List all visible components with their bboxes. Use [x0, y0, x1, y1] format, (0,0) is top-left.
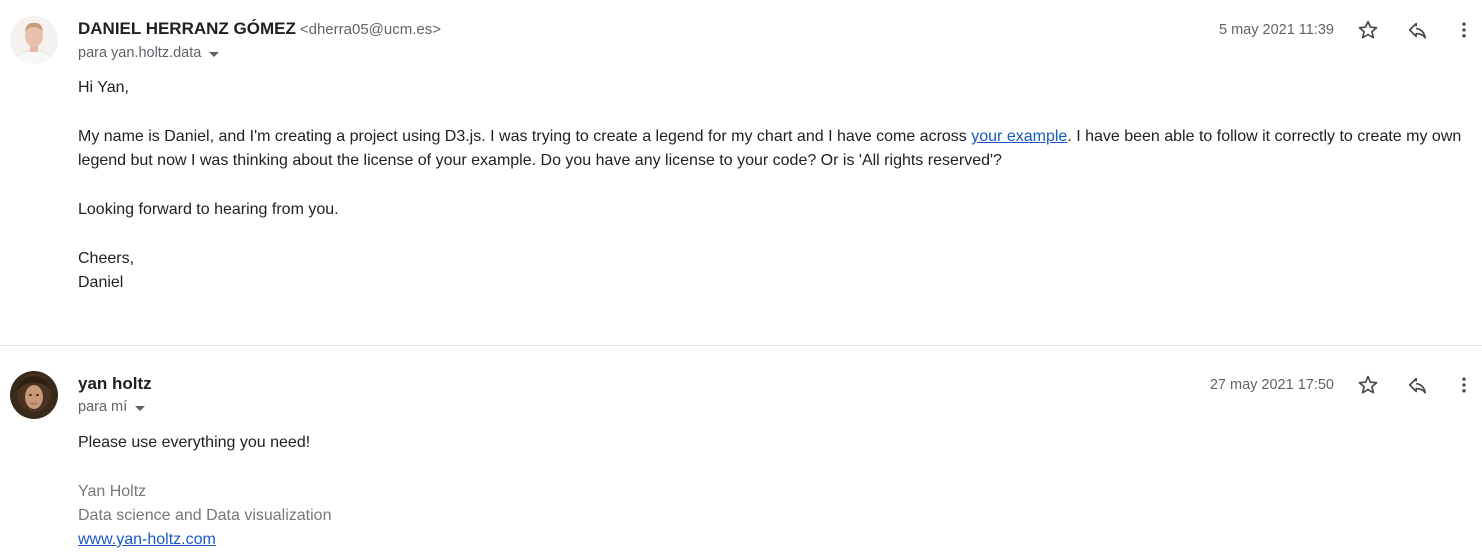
- recipient-label: para mí: [78, 399, 128, 415]
- star-button[interactable]: [1352, 14, 1384, 46]
- website-link[interactable]: www.yan-holtz.com: [78, 531, 216, 548]
- recipient-line[interactable]: para mí: [78, 399, 146, 415]
- message-date: 5 may 2021 11:39: [1218, 22, 1334, 38]
- signature: Daniel: [78, 274, 124, 291]
- sender-name[interactable]: DANIEL HERRANZ GÓMEZ: [78, 19, 296, 38]
- message-daniel: DANIEL HERRANZ GÓMEZ <dherra05@ucm.es> pa…: [0, 0, 1482, 345]
- message-meta: 27 may 2021 17:50: [1210, 369, 1482, 401]
- sender-name[interactable]: yan holtz: [78, 374, 152, 393]
- signature-name: Yan Holtz: [78, 483, 147, 500]
- example-link[interactable]: your example: [971, 128, 1067, 145]
- message-yan: yan holtz para mí 27 may 2021 17:50 Plea…: [0, 346, 1482, 552]
- reply-button[interactable]: [1402, 369, 1434, 401]
- avatar-yan[interactable]: [10, 371, 58, 419]
- body-paragraph: My name is Daniel, and I'm creating a pr…: [78, 125, 1468, 173]
- chevron-down-icon[interactable]: [135, 405, 146, 411]
- body-text: Please use everything you need!: [78, 434, 311, 451]
- para-text-before: My name is Daniel, and I'm creating a pr…: [78, 128, 972, 145]
- reply-icon: [1408, 377, 1427, 394]
- recipient-line[interactable]: para yan.holtz.data: [78, 45, 220, 61]
- star-icon: [1358, 20, 1378, 39]
- greeting: Hi Yan,: [78, 79, 129, 96]
- star-icon: [1358, 375, 1378, 394]
- more-options-button[interactable]: [1448, 369, 1480, 401]
- sender-email[interactable]: <dherra05@ucm.es>: [300, 21, 441, 38]
- chevron-down-icon[interactable]: [209, 51, 220, 57]
- recipient-label: para yan.holtz.data: [78, 45, 202, 61]
- message-meta: 5 may 2021 11:39: [1219, 14, 1482, 46]
- more-vert-icon: [1462, 377, 1466, 393]
- avatar-daniel[interactable]: [10, 16, 58, 64]
- message-date: 27 may 2021 17:50: [1209, 377, 1334, 393]
- more-options-button[interactable]: [1448, 14, 1480, 46]
- sender-line: yan holtz: [78, 374, 152, 394]
- email-thread: DANIEL HERRANZ GÓMEZ <dherra05@ucm.es> pa…: [0, 0, 1482, 552]
- message-body: Please use everything you need! Yan Holt…: [78, 431, 1468, 552]
- closing: Cheers,: [78, 250, 135, 267]
- sender-line: DANIEL HERRANZ GÓMEZ <dherra05@ucm.es>: [78, 19, 441, 39]
- body-paragraph-2: Looking forward to hearing from you.: [78, 201, 339, 218]
- message-body: Hi Yan, My name is Daniel, and I'm creat…: [78, 76, 1468, 295]
- signature-title: Data science and Data visualization: [78, 507, 332, 524]
- reply-icon: [1408, 22, 1427, 39]
- star-button[interactable]: [1352, 369, 1384, 401]
- reply-button[interactable]: [1402, 14, 1434, 46]
- more-vert-icon: [1462, 22, 1466, 38]
